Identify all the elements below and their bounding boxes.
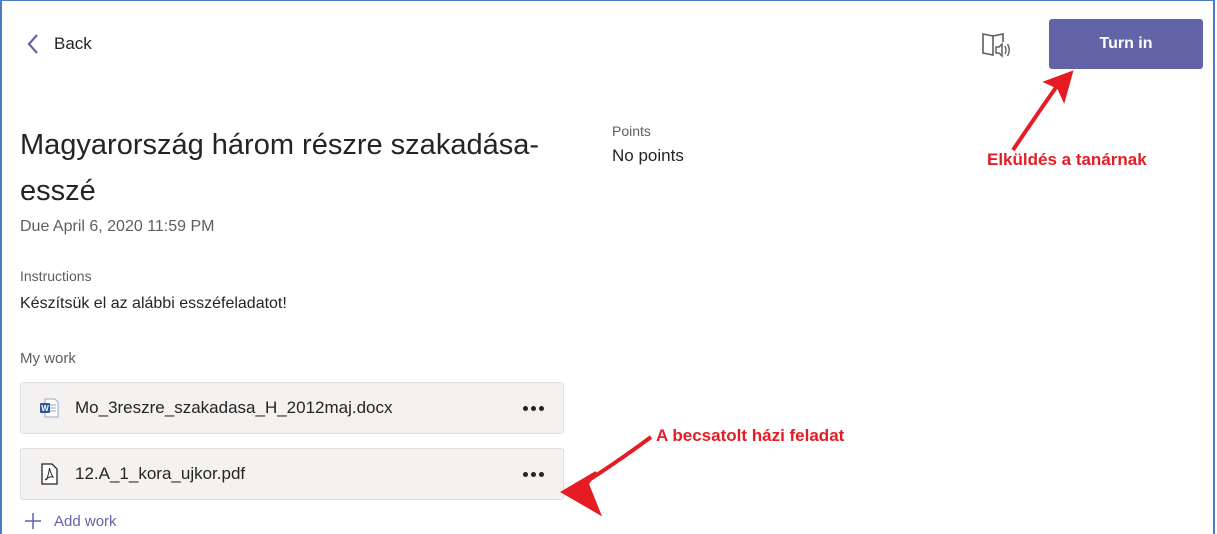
word-doc-icon: W	[40, 398, 59, 418]
dot-icon	[538, 405, 544, 411]
attachment-name: 12.A_1_kora_ujkor.pdf	[75, 464, 246, 483]
attachment-item[interactable]: W Mo_3reszre_szakadasa_H_2012maj.docx	[20, 382, 564, 434]
turn-in-button[interactable]: Turn in	[1049, 19, 1203, 69]
more-options-button[interactable]	[513, 459, 553, 489]
due-date: Due April 6, 2020 11:59 PM	[20, 218, 215, 235]
svg-text:W: W	[41, 404, 49, 413]
more-options-button[interactable]	[513, 393, 553, 423]
my-work-label: My work	[20, 350, 76, 367]
annotation-turn-in: Elküldés a tanárnak	[987, 150, 1147, 169]
dot-icon	[522, 405, 528, 411]
annotation-attachment: A becsatolt házi feladat	[656, 426, 845, 445]
attachment-name: Mo_3reszre_szakadasa_H_2012maj.docx	[75, 398, 393, 417]
back-button[interactable]: Back	[26, 33, 92, 55]
immersive-reader-icon[interactable]	[980, 30, 1012, 60]
dot-icon	[538, 471, 544, 477]
instructions-text: Készítsük el az alábbi esszéfeladatot!	[20, 295, 287, 312]
points-value: No points	[612, 146, 684, 165]
pdf-icon	[41, 463, 58, 485]
dot-icon	[530, 471, 536, 477]
dot-icon	[530, 405, 536, 411]
add-work-label: Add work	[54, 512, 117, 530]
chevron-left-icon	[27, 34, 38, 54]
back-label: Back	[54, 34, 92, 53]
instructions-label: Instructions	[20, 268, 92, 284]
assignment-title: Magyarország három részre szakadása-essz…	[20, 129, 539, 207]
add-work-button[interactable]: Add work	[24, 512, 117, 530]
plus-icon	[25, 513, 41, 529]
attachment-item[interactable]: 12.A_1_kora_ujkor.pdf	[20, 448, 564, 500]
dot-icon	[522, 471, 528, 477]
points-label: Points	[612, 123, 651, 139]
